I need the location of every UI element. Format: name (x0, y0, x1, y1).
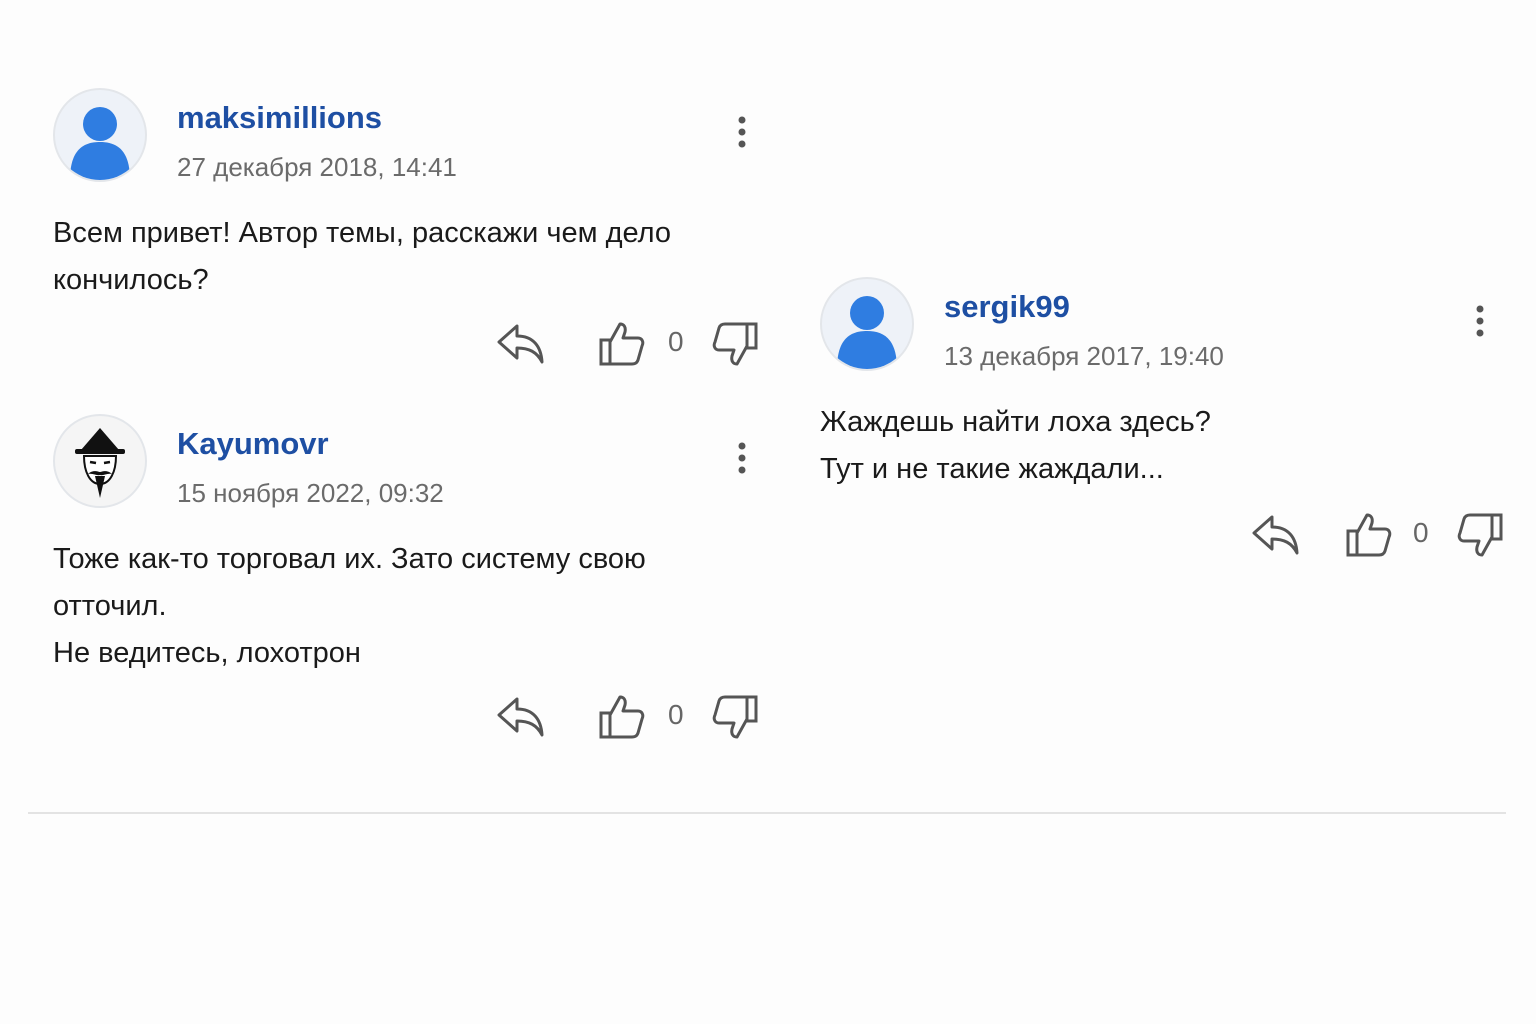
comment-text-line: Всем привет! Автор темы, расскажи чем де… (53, 217, 672, 249)
reply-button[interactable] (495, 691, 547, 743)
like-count: 0 (668, 699, 684, 730)
comment-header: sergik99 13 декабря 2017, 19:40 (820, 277, 1536, 377)
comment-item: maksimillions 27 декабря 2018, 14:41 Все… (53, 88, 773, 378)
default-user-avatar-icon (70, 107, 130, 180)
comment-date: 15 ноября 2022, 09:32 (177, 478, 444, 508)
thumbs-down-icon (712, 695, 758, 739)
comment-actions: 0 (53, 691, 773, 751)
more-vertical-icon (1476, 305, 1484, 337)
comment-text-line: отточил. (53, 590, 167, 622)
comment-text-line: Не ведитесь, лохотрон (53, 637, 361, 669)
dislike-button[interactable] (709, 691, 761, 743)
more-options-button[interactable] (730, 440, 754, 480)
username-link[interactable]: maksimillions (177, 100, 382, 136)
like-button[interactable] (596, 691, 648, 743)
comment-text: Всем привет! Автор темы, расскажи чем де… (53, 210, 773, 304)
comment-text-line: Тоже как-то торговал их. Зато систему св… (53, 543, 646, 575)
reply-icon (497, 324, 544, 364)
default-user-avatar-icon (837, 296, 897, 369)
more-vertical-icon (738, 442, 746, 474)
comment-header: Kayumovr 15 ноября 2022, 09:32 (53, 414, 773, 514)
thumbs-up-icon (599, 322, 645, 366)
comment-header: maksimillions 27 декабря 2018, 14:41 (53, 88, 773, 188)
thumbs-down-icon (1457, 513, 1503, 557)
reply-button[interactable] (495, 318, 547, 370)
section-divider (28, 812, 1506, 814)
more-options-button[interactable] (1468, 303, 1492, 343)
avatar[interactable] (53, 88, 147, 182)
thumbs-down-icon (712, 322, 758, 366)
comment-date: 13 декабря 2017, 19:40 (944, 341, 1224, 371)
thumbs-up-icon (1346, 513, 1392, 557)
dislike-button[interactable] (709, 318, 761, 370)
comment-text-line: кончилось? (53, 264, 209, 296)
more-vertical-icon (738, 116, 746, 148)
username-link[interactable]: sergik99 (944, 289, 1070, 325)
like-count: 0 (1413, 517, 1429, 548)
like-count: 0 (668, 326, 684, 357)
comments-page: maksimillions 27 декабря 2018, 14:41 Все… (0, 0, 1536, 1024)
reply-icon (1252, 515, 1299, 555)
avatar[interactable] (820, 277, 914, 371)
thumbs-up-icon (599, 695, 645, 739)
comment-item: sergik99 13 декабря 2017, 19:40 Жаждешь … (820, 277, 1536, 569)
comment-text: Жаждешь найти лоха здесь? Тут и не такие… (820, 399, 1536, 493)
comment-actions: 0 (53, 318, 773, 378)
man-in-hat-avatar-icon (75, 428, 125, 498)
dislike-button[interactable] (1454, 509, 1506, 561)
username-link[interactable]: Kayumovr (177, 426, 329, 462)
comment-text-line: Жаждешь найти лоха здесь? (820, 406, 1211, 438)
like-button[interactable] (596, 318, 648, 370)
more-options-button[interactable] (730, 114, 754, 154)
comment-actions: 0 (820, 509, 1536, 569)
reply-button[interactable] (1250, 509, 1302, 561)
like-button[interactable] (1343, 509, 1395, 561)
reply-icon (497, 697, 544, 737)
avatar[interactable] (53, 414, 147, 508)
comment-item: Kayumovr 15 ноября 2022, 09:32 Тоже как-… (53, 414, 773, 751)
comment-date: 27 декабря 2018, 14:41 (177, 152, 457, 182)
comment-text: Тоже как-то торговал их. Зато систему св… (53, 536, 773, 677)
comment-text-line: Тут и не такие жаждали... (820, 453, 1164, 485)
